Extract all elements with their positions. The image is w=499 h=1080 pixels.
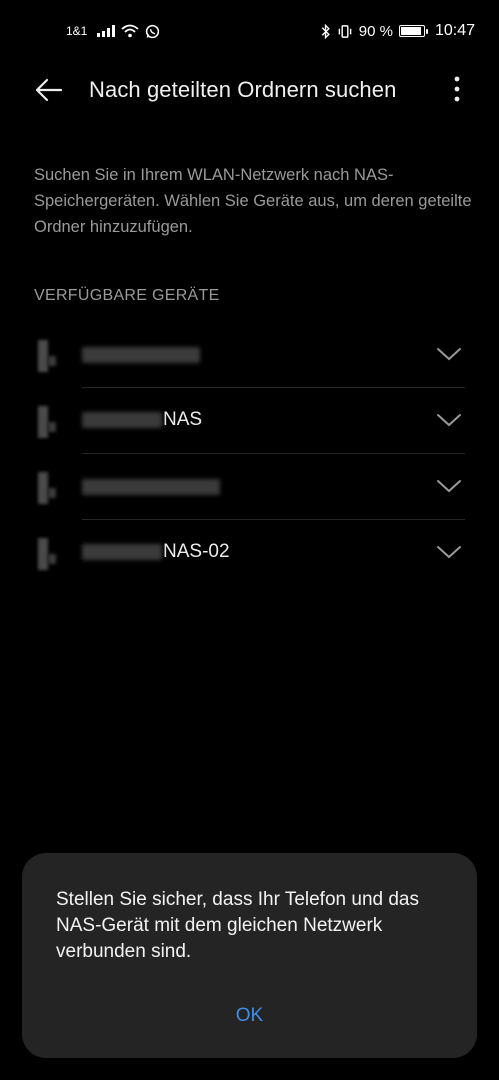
device-name-redacted: [82, 544, 162, 560]
app-bar: Nach geteilten Ordnern suchen: [0, 62, 499, 118]
battery-fill: [400, 27, 421, 35]
device-name-suffix: NAS-02: [163, 541, 230, 562]
nas-device-icon: [38, 538, 56, 570]
carrier-label: 1&1: [66, 24, 88, 38]
device-name-redacted: [82, 412, 162, 428]
device-name: NAS-02: [82, 541, 230, 563]
device-name-redacted: [82, 347, 200, 363]
wifi-icon: [121, 24, 139, 38]
device-name-redacted: [82, 479, 220, 495]
device-item[interactable]: NAS: [0, 388, 499, 454]
nas-device-icon: [38, 406, 56, 438]
device-name: NAS: [82, 409, 202, 431]
device-item[interactable]: [0, 322, 499, 388]
back-arrow-icon[interactable]: [34, 76, 64, 104]
bluetooth-icon: [321, 23, 330, 39]
status-bar: 1&1 90 % 10:47: [0, 0, 499, 62]
status-right: 90 % 10:47: [321, 22, 475, 40]
dialog-message: Stellen Sie sicher, dass Ihr Telefon und…: [56, 889, 419, 962]
nas-device-icon: [38, 340, 56, 372]
section-header-available-devices: VERFÜGBARE GERÄTE: [34, 287, 220, 304]
chevron-down-icon[interactable]: [436, 478, 462, 494]
vibrate-icon: [338, 24, 352, 38]
battery-percent: 90 %: [358, 22, 393, 40]
status-left: 1&1: [66, 24, 160, 39]
device-item[interactable]: [0, 454, 499, 520]
signal-icon: [97, 25, 116, 37]
intro-text: Suchen Sie in Ihrem WLAN-Netzwerk nach N…: [34, 166, 472, 236]
chevron-down-icon[interactable]: [436, 544, 462, 560]
network-warning-dialog: Stellen Sie sicher, dass Ihr Telefon und…: [22, 853, 477, 1058]
device-name-suffix: NAS: [163, 409, 203, 430]
clock: 10:47: [434, 22, 475, 39]
nas-device-icon: [38, 472, 56, 504]
device-list: NAS NAS-02: [0, 322, 499, 586]
chevron-down-icon[interactable]: [436, 412, 462, 428]
battery-icon: [398, 25, 428, 37]
screen: 1&1 90 % 10:47 Nach geteilten Ordnern su…: [0, 0, 499, 1080]
whatsapp-icon: [146, 24, 160, 38]
device-item[interactable]: NAS-02: [0, 520, 499, 586]
page-title: Nach geteilten Ordnern suchen: [89, 77, 397, 102]
more-vert-icon[interactable]: [448, 74, 466, 106]
ok-button[interactable]: OK: [22, 1005, 477, 1027]
chevron-down-icon[interactable]: [436, 346, 462, 362]
